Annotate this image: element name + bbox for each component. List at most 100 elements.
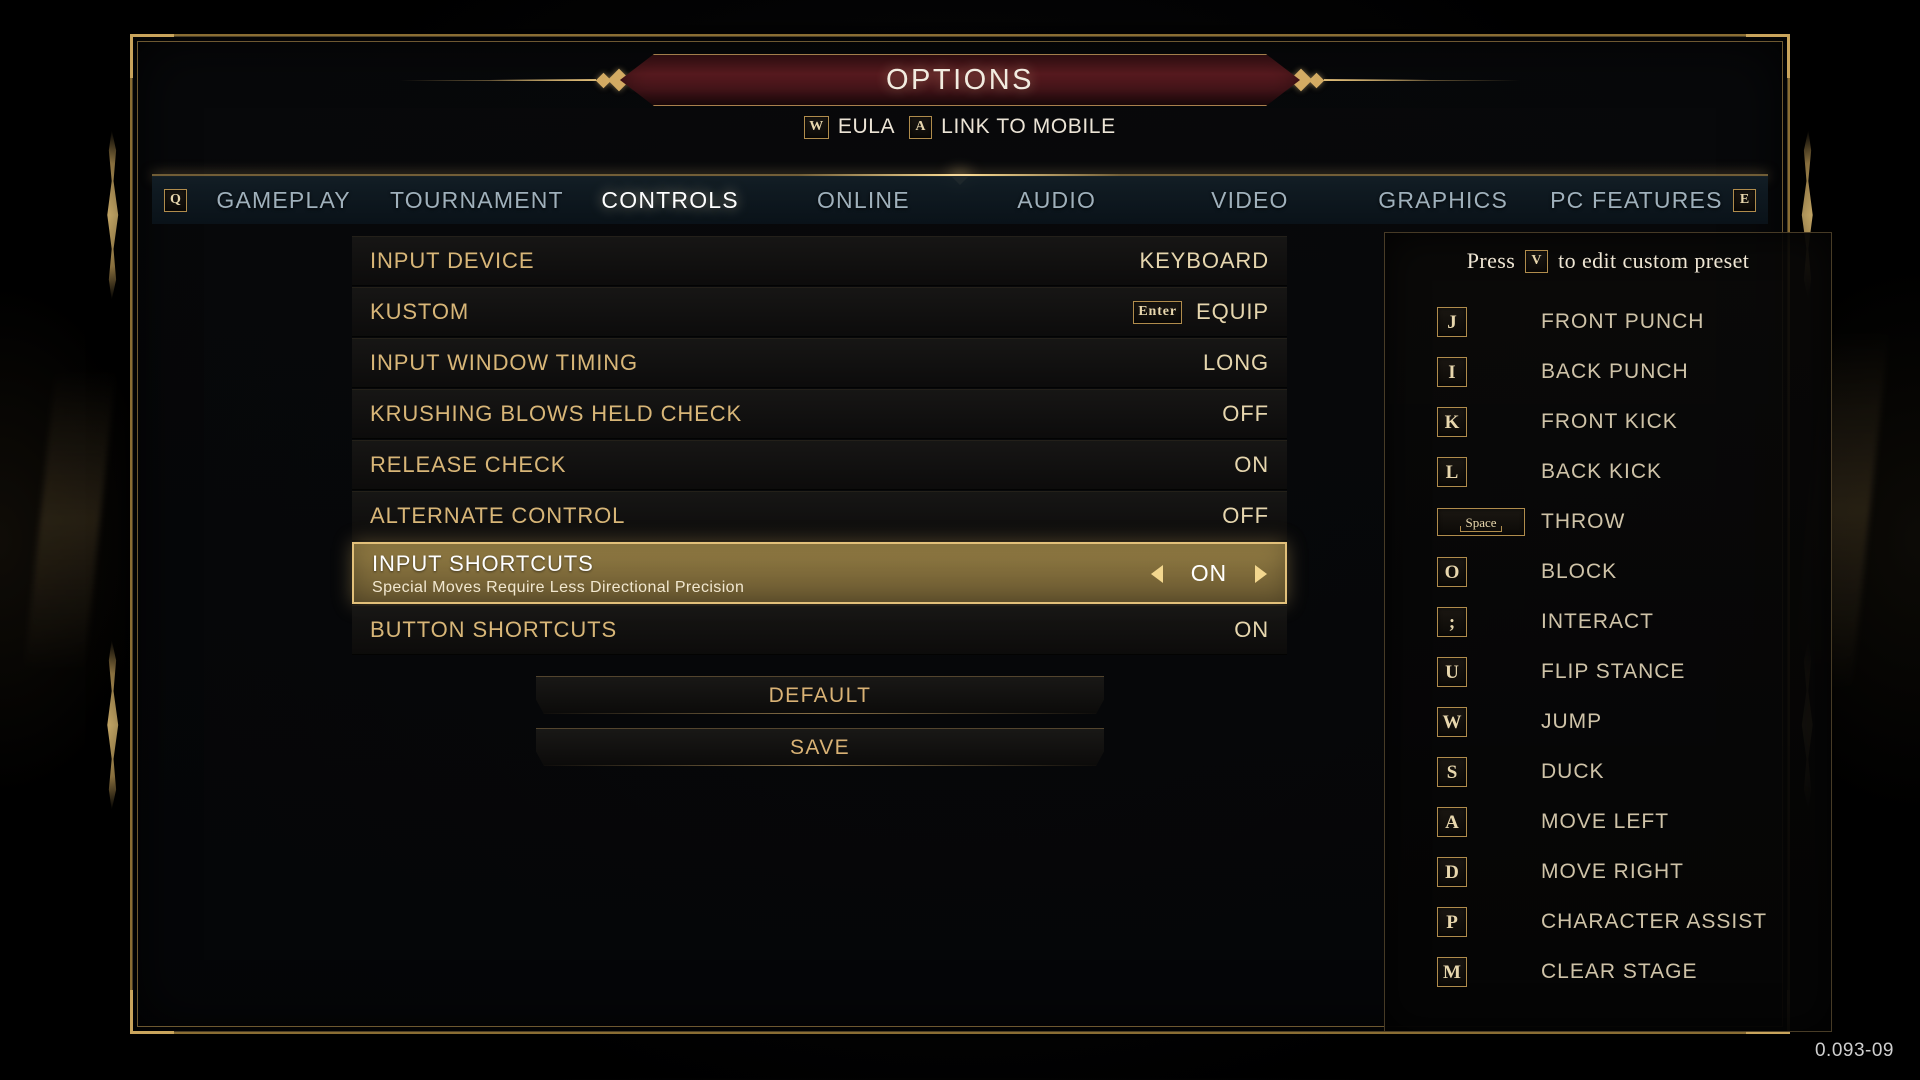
custom-preset-panel: Press V to edit custom preset J FRONT PU… <box>1384 232 1832 1032</box>
key-badge-semicolon-icon: ; <box>1437 607 1467 637</box>
binding-action-label: BACK PUNCH <box>1541 360 1689 383</box>
options-panel-frame: OPTIONS W EULA A LINK TO MOBILE Q GAMEPL… <box>130 34 1832 1034</box>
setting-label: KRUSHING BLOWS HELD CHECK <box>370 401 743 426</box>
settings-list: INPUT DEVICE KEYBOARD KUSTOM Enter EQUIP… <box>352 236 1287 656</box>
default-button[interactable]: DEFAULT <box>536 676 1104 714</box>
version-label: 0.093-09 <box>1814 1040 1894 1061</box>
setting-value[interactable]: ON <box>1234 452 1269 478</box>
setting-value-text: ON <box>1234 617 1269 642</box>
binding-row-block: O BLOCK <box>1385 547 1831 597</box>
diamond-ornament-left <box>490 67 643 93</box>
binding-action-label: MOVE RIGHT <box>1541 860 1685 883</box>
setting-value[interactable]: OFF <box>1222 503 1269 529</box>
eula-action[interactable]: W EULA <box>804 115 895 139</box>
tab-video[interactable]: VIDEO <box>1153 187 1346 214</box>
setting-label: KUSTOM <box>370 299 470 324</box>
setting-value[interactable]: ON <box>1234 617 1269 643</box>
setting-row-krushing-blows-held-check[interactable]: KRUSHING BLOWS HELD CHECK OFF <box>352 389 1287 439</box>
tab-gameplay[interactable]: GAMEPLAY <box>187 187 380 214</box>
link-to-mobile-action[interactable]: A LINK TO MOBILE <box>909 115 1116 139</box>
preset-hint-suffix: to edit custom preset <box>1558 248 1750 273</box>
setting-label: BUTTON SHORTCUTS <box>370 617 618 642</box>
binding-action-label: BACK KICK <box>1541 460 1663 483</box>
key-badge-space-icon: Space <box>1437 508 1525 536</box>
setting-label: ALTERNATE CONTROL <box>370 503 626 528</box>
binding-action-label: INTERACT <box>1541 610 1654 633</box>
key-badge-l-icon: L <box>1437 457 1467 487</box>
setting-row-button-shortcuts[interactable]: BUTTON SHORTCUTS ON <box>352 605 1287 655</box>
setting-description: Special Moves Require Less Directional P… <box>372 579 745 596</box>
binding-action-label: CHARACTER ASSIST <box>1541 910 1768 933</box>
key-badge-v-icon: V <box>1525 249 1549 273</box>
setting-value-text: OFF <box>1222 401 1269 426</box>
setting-value[interactable]: KEYBOARD <box>1140 248 1269 274</box>
setting-value-text: OFF <box>1222 503 1269 528</box>
tab-online[interactable]: ONLINE <box>767 187 960 214</box>
tab-pc-features[interactable]: PC FEATURES <box>1540 187 1733 214</box>
binding-key-cell: P <box>1437 907 1541 937</box>
binding-row-front-kick: K FRONT KICK <box>1385 397 1831 447</box>
setting-value-text: ON <box>1234 452 1269 477</box>
setting-row-alternate-control[interactable]: ALTERNATE CONTROL OFF <box>352 491 1287 541</box>
preset-hint: Press V to edit custom preset <box>1385 233 1831 289</box>
tab-bar-wrapper: Q GAMEPLAY TOURNAMENT CONTROLS ONLINE AU… <box>132 162 1788 224</box>
setting-row-input-shortcuts[interactable]: INPUT SHORTCUTS Special Moves Require Le… <box>352 542 1287 604</box>
title-banner: OPTIONS <box>620 54 1300 106</box>
binding-row-throw: Space THROW <box>1385 497 1831 547</box>
diamond-ornament-right <box>1277 67 1430 93</box>
corner-ornament-bottom-left <box>130 990 174 1034</box>
save-button[interactable]: SAVE <box>536 728 1104 766</box>
binding-row-clear-stage: M CLEAR STAGE <box>1385 947 1831 997</box>
key-badge-o-icon: O <box>1437 557 1467 587</box>
setting-value[interactable]: OFF <box>1222 401 1269 427</box>
binding-action-label: BLOCK <box>1541 560 1618 583</box>
binding-key-cell: A <box>1437 807 1541 837</box>
key-badge-j-icon: J <box>1437 307 1467 337</box>
setting-row-input-window-timing[interactable]: INPUT WINDOW TIMING LONG <box>352 338 1287 388</box>
preset-hint-prefix: Press <box>1466 248 1516 273</box>
setting-value-text: LONG <box>1203 350 1269 375</box>
binding-key-cell: I <box>1437 357 1541 387</box>
key-badge-p-icon: P <box>1437 907 1467 937</box>
tab-list: Q GAMEPLAY TOURNAMENT CONTROLS ONLINE AU… <box>152 187 1768 214</box>
binding-row-interact: ; INTERACT <box>1385 597 1831 647</box>
tab-controls[interactable]: CONTROLS <box>574 187 767 214</box>
setting-row-input-device[interactable]: INPUT DEVICE KEYBOARD <box>352 236 1287 286</box>
key-badge-w-icon: W <box>1437 707 1467 737</box>
binding-key-cell: M <box>1437 957 1541 987</box>
enter-key-badge-icon: Enter <box>1133 300 1183 324</box>
binding-key-cell: K <box>1437 407 1541 437</box>
setting-value[interactable]: LONG <box>1203 350 1269 376</box>
setting-value-text: ON <box>1190 560 1227 586</box>
binding-action-label: THROW <box>1541 510 1626 533</box>
binding-key-cell: ; <box>1437 607 1541 637</box>
binding-action-label: CLEAR STAGE <box>1541 960 1698 983</box>
setting-value-text: EQUIP <box>1196 299 1269 324</box>
prev-tab-key-badge-icon[interactable]: Q <box>164 188 187 212</box>
key-badge-i-icon: I <box>1437 357 1467 387</box>
binding-key-cell: Space <box>1437 508 1541 536</box>
tab-graphics[interactable]: GRAPHICS <box>1347 187 1540 214</box>
tab-tournament[interactable]: TOURNAMENT <box>380 187 573 214</box>
increment-arrow-icon[interactable] <box>1255 564 1267 583</box>
binding-key-cell: L <box>1437 457 1541 487</box>
setting-value[interactable]: ON <box>1150 560 1267 587</box>
setting-value-text: KEYBOARD <box>1139 248 1269 273</box>
tab-audio[interactable]: AUDIO <box>960 187 1153 214</box>
setting-value[interactable]: Enter EQUIP <box>1133 299 1269 325</box>
key-badge-m-icon: M <box>1437 957 1467 987</box>
setting-row-release-check[interactable]: RELEASE CHECK ON <box>352 440 1287 490</box>
key-badge-u-icon: U <box>1437 657 1467 687</box>
setting-row-kustom[interactable]: KUSTOM Enter EQUIP <box>352 287 1287 337</box>
binding-row-move-right: D MOVE RIGHT <box>1385 847 1831 897</box>
key-badge-w-icon: W <box>804 115 829 139</box>
setting-label: RELEASE CHECK <box>370 452 567 477</box>
binding-row-back-punch: I BACK PUNCH <box>1385 347 1831 397</box>
binding-action-label: FRONT KICK <box>1541 410 1678 433</box>
binding-list: J FRONT PUNCH I BACK PUNCH K FRONT KICK … <box>1385 289 1831 997</box>
decrement-arrow-icon[interactable] <box>1150 564 1163 583</box>
next-tab-key-badge-icon[interactable]: E <box>1733 188 1756 212</box>
tab-bar: Q GAMEPLAY TOURNAMENT CONTROLS ONLINE AU… <box>152 176 1768 224</box>
key-badge-a-icon: A <box>909 115 933 139</box>
link-to-mobile-label: LINK TO MOBILE <box>941 115 1116 138</box>
